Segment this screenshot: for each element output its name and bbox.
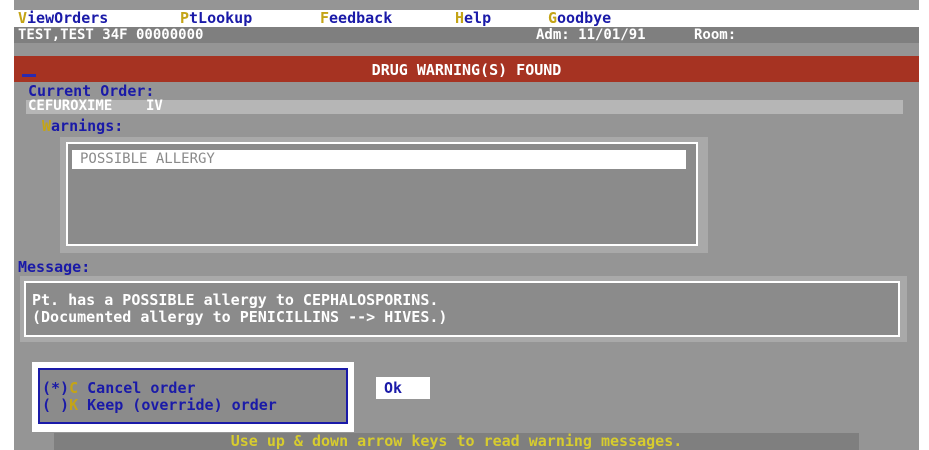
status-text: Use up & down arrow keys to read warning… (230, 432, 683, 450)
room-label: Room: (694, 27, 737, 43)
ok-button[interactable]: Ok (376, 377, 430, 399)
menu-label: elp (464, 9, 492, 27)
option-keep-order[interactable]: ( )K Keep (override) order (42, 397, 277, 414)
menu-hotkey: V (18, 9, 28, 27)
option-label: Cancel order (78, 379, 196, 397)
menu-label: iewOrders (27, 9, 109, 27)
menu-hotkey: H (455, 9, 465, 27)
message-line-1: Pt. has a POSSIBLE allergy to CEPHALOSPO… (32, 291, 439, 309)
option-cancel-order[interactable]: (*)C Cancel order (42, 380, 196, 397)
menu-help[interactable]: Help (455, 10, 491, 27)
option-hotkey: K (69, 396, 79, 414)
current-order-value: CEFUROXIME IV (28, 98, 163, 114)
warnings-label-text: arnings: (51, 117, 124, 135)
dialog-title: DRUG WARNING(S) FOUND (371, 61, 562, 79)
warnings-label: Warnings: (42, 118, 123, 135)
menu-hotkey: P (180, 9, 190, 27)
menu-pt-lookup[interactable]: PtLookup (180, 10, 252, 27)
radio-selected-marker[interactable]: (*) (42, 379, 69, 397)
warnings-hotkey: W (42, 117, 52, 135)
ok-button-label: Ok (384, 379, 403, 397)
menu-feedback[interactable]: Feedback (320, 10, 392, 27)
menu-label: oodbye (557, 9, 612, 27)
message-label: Message: (18, 258, 91, 276)
dialog-title-bar: DRUG WARNING(S) FOUND (14, 56, 919, 82)
menu-goodbye[interactable]: Goodbye (548, 10, 611, 27)
menu-view-orders[interactable]: ViewOrders (18, 10, 108, 27)
admission-date: Adm: 11/01/91 (536, 27, 646, 43)
option-hotkey: C (69, 379, 79, 397)
status-bar: Use up & down arrow keys to read warning… (54, 433, 859, 450)
patient-bar: TEST,TEST 34F 00000000 Adm: 11/01/91 Roo… (14, 27, 919, 43)
menu-label: tLookup (189, 9, 253, 27)
menu-hotkey: F (320, 9, 330, 27)
option-label: Keep (override) order (78, 396, 277, 414)
radio-marker[interactable]: ( ) (42, 396, 69, 414)
menu-hotkey: G (548, 9, 558, 27)
menu-label: eedback (329, 9, 393, 27)
warning-item-label: POSSIBLE ALLERGY (80, 151, 215, 167)
patient-info: TEST,TEST 34F 00000000 (18, 27, 204, 43)
menu-bar: ViewOrders PtLookup Feedback Help Goodby… (14, 10, 919, 27)
terminal-screen: ViewOrders PtLookup Feedback Help Goodby… (14, 0, 919, 450)
message-line-2: (Documented allergy to PENICILLINS --> H… (32, 308, 448, 326)
